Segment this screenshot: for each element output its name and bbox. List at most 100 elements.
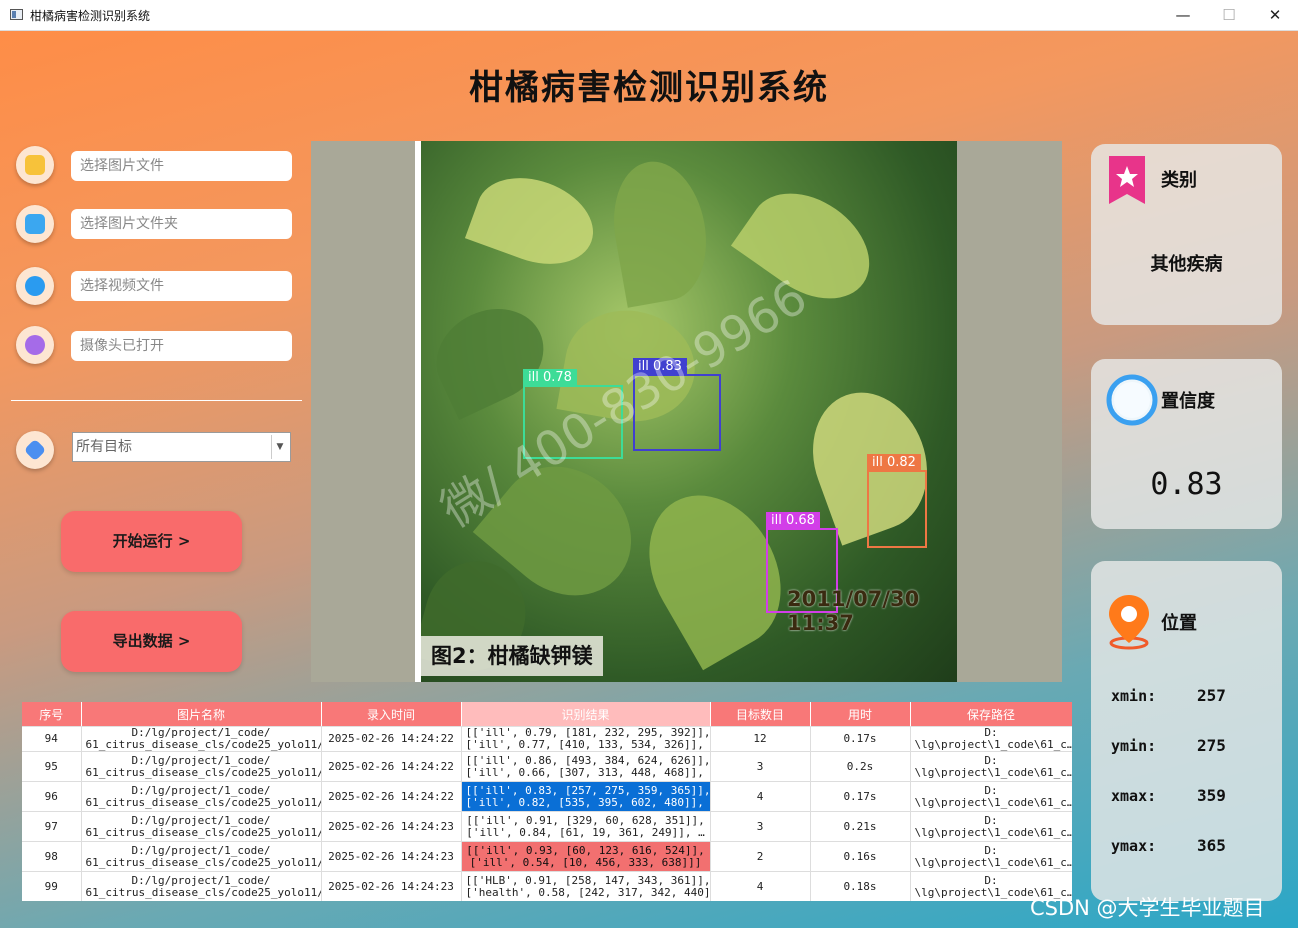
tag-icon (16, 431, 54, 469)
cell-count[interactable]: 4 (710, 781, 811, 812)
category-title: 类别 (1161, 170, 1197, 191)
detection-label: ill 0.78 (523, 369, 577, 387)
ymin-label: ymin: (1111, 737, 1157, 755)
detection-image: ill 0.78 ill 0.83 ill 0.82 ill 0.68 微/ 4… (415, 141, 957, 682)
target-select[interactable]: 所有目标 ▼ (72, 432, 291, 462)
cell-id[interactable]: 94 (22, 726, 82, 752)
table-row[interactable]: 99 D:/lg/project/1_code/ 61_citrus_diseas… (22, 871, 1072, 901)
cell-time[interactable]: 2025-02-26 14:24:22 (321, 726, 462, 752)
confidence-ring-icon (1106, 374, 1158, 426)
column-header-result[interactable]: 识别结果 (461, 702, 711, 727)
cell-image-name[interactable]: D:/lg/project/1_code/ 61_citrus_disease_… (81, 841, 322, 872)
column-header-name[interactable]: 图片名称 (81, 702, 322, 727)
image-file-icon[interactable] (16, 146, 54, 184)
ymax-label: ymax: (1111, 837, 1157, 855)
table-row[interactable]: 96 D:/lg/project/1_code/ 61_citrus_diseas… (22, 781, 1072, 812)
cell-id[interactable]: 95 (22, 751, 82, 782)
results-table[interactable]: 序号 图片名称 录入时间 识别结果 目标数目 用时 保存路径 94 D:/lg/p… (22, 702, 1072, 901)
xmin-value: 257 (1197, 686, 1226, 705)
export-button[interactable]: 导出数据 > (61, 611, 242, 672)
xmax-label: xmax: (1111, 787, 1157, 805)
minimize-button[interactable]: — (1160, 0, 1206, 30)
cell-duration[interactable]: 0.18s (810, 871, 911, 901)
table-row[interactable]: 95 D:/lg/project/1_code/ 61_citrus_diseas… (22, 751, 1072, 782)
cell-count[interactable]: 12 (710, 726, 811, 752)
cell-id[interactable]: 97 (22, 811, 82, 842)
cell-duration[interactable]: 0.2s (810, 751, 911, 782)
cell-duration[interactable]: 0.16s (810, 841, 911, 872)
detection-label: ill 0.82 (867, 454, 921, 472)
cell-time[interactable]: 2025-02-26 14:24:23 (321, 871, 462, 901)
table-row[interactable]: 94 D:/lg/project/1_code/ 61_citrus_diseas… (22, 726, 1072, 752)
detection-box: ill 0.82 (867, 454, 927, 548)
camera-icon[interactable] (16, 326, 54, 364)
cell-path[interactable]: D: \lg\project\1_code\61_c… (910, 781, 1072, 812)
cell-duration[interactable]: 0.17s (810, 781, 911, 812)
cell-result[interactable]: [['ill', 0.91, [329, 60, 628, 351]], ['i… (461, 811, 711, 842)
cell-count[interactable]: 4 (710, 871, 811, 901)
video-file-icon[interactable] (16, 267, 54, 305)
cell-result[interactable]: [['ill', 0.86, [493, 384, 624, 626]], ['… (461, 751, 711, 782)
cell-count[interactable]: 2 (710, 841, 811, 872)
ymin-row: ymin: 275 (1111, 736, 1226, 755)
cell-time[interactable]: 2025-02-26 14:24:23 (321, 841, 462, 872)
cell-id[interactable]: 99 (22, 871, 82, 901)
image-file-input[interactable]: 选择图片文件 (71, 151, 292, 181)
cell-id[interactable]: 96 (22, 781, 82, 812)
cell-result[interactable]: [['ill', 0.83, [257, 275, 359, 365]], ['… (461, 781, 711, 812)
cell-path[interactable]: D: \lg\project\1_code\61_c… (910, 726, 1072, 752)
cell-image-name[interactable]: D:/lg/project/1_code/ 61_citrus_disease_… (81, 726, 322, 752)
close-button[interactable]: ✕ (1252, 0, 1298, 30)
cell-path[interactable]: D: \lg\project\1_code\61_c… (910, 751, 1072, 782)
detection-label: ill 0.68 (766, 512, 820, 530)
xmin-row: xmin: 257 (1111, 686, 1226, 705)
cell-image-name[interactable]: D:/lg/project/1_code/ 61_citrus_disease_… (81, 811, 322, 842)
cell-image-name[interactable]: D:/lg/project/1_code/ 61_citrus_disease_… (81, 751, 322, 782)
csdn-watermark: CSDN @大学生毕业题目 (1030, 896, 1265, 920)
page-title: 柑橘病害检测识别系统 (469, 68, 829, 108)
cell-result[interactable]: [['ill', 0.79, [181, 232, 295, 392]], ['… (461, 726, 711, 752)
cell-image-name[interactable]: D:/lg/project/1_code/ 61_citrus_disease_… (81, 781, 322, 812)
column-header-path[interactable]: 保存路径 (910, 702, 1072, 727)
cell-result[interactable]: [['HLB', 0.91, [258, 147, 343, 361]], ['… (461, 871, 711, 901)
image-caption: 图2：柑橘缺钾镁 (421, 636, 603, 676)
ymax-value: 365 (1197, 836, 1226, 855)
folder-add-icon[interactable] (16, 205, 54, 243)
column-header-count[interactable]: 目标数目 (710, 702, 811, 727)
cell-path[interactable]: D: \lg\project\1_code\61_c… (910, 841, 1072, 872)
cell-result[interactable]: [['ill', 0.93, [60, 123, 616, 524]], ['i… (461, 841, 711, 872)
window-title: 柑橘病害检测识别系统 (30, 9, 151, 23)
image-border (415, 141, 421, 682)
cell-image-name[interactable]: D:/lg/project/1_code/ 61_citrus_disease_… (81, 871, 322, 901)
cell-time[interactable]: 2025-02-26 14:24:22 (321, 781, 462, 812)
ymin-value: 275 (1197, 736, 1226, 755)
cell-path[interactable]: D: \lg\project\1_code\61_c… (910, 811, 1072, 842)
start-button[interactable]: 开始运行 > (61, 511, 242, 572)
cell-duration[interactable]: 0.21s (810, 811, 911, 842)
xmax-row: xmax: 359 (1111, 786, 1226, 805)
cell-time[interactable]: 2025-02-26 14:24:23 (321, 811, 462, 842)
xmax-value: 359 (1197, 786, 1226, 805)
table-row[interactable]: 97 D:/lg/project/1_code/ 61_citrus_diseas… (22, 811, 1072, 842)
column-header-id[interactable]: 序号 (22, 702, 82, 727)
category-card: 类别 其他疾病 (1091, 144, 1282, 325)
chevron-down-icon[interactable]: ▼ (271, 435, 288, 459)
cell-duration[interactable]: 0.17s (810, 726, 911, 752)
image-folder-input[interactable]: 选择图片文件夹 (71, 209, 292, 239)
bookmark-star-icon (1109, 156, 1145, 204)
leaf-shape (464, 162, 606, 280)
column-header-duration[interactable]: 用时 (810, 702, 911, 727)
column-header-time[interactable]: 录入时间 (321, 702, 462, 727)
ymax-row: ymax: 365 (1111, 836, 1226, 855)
position-card: 位置 xmin: 257 ymin: 275 xmax: 359 ymax: 3… (1091, 561, 1282, 901)
position-title: 位置 (1161, 613, 1197, 634)
table-row[interactable]: 98 D:/lg/project/1_code/ 61_citrus_diseas… (22, 841, 1072, 872)
cell-time[interactable]: 2025-02-26 14:24:22 (321, 751, 462, 782)
cell-count[interactable]: 3 (710, 751, 811, 782)
maximize-button[interactable]: ☐ (1206, 0, 1252, 30)
video-file-input[interactable]: 选择视频文件 (71, 271, 292, 301)
cell-id[interactable]: 98 (22, 841, 82, 872)
category-value: 其他疾病 (1150, 254, 1223, 275)
cell-count[interactable]: 3 (710, 811, 811, 842)
camera-input[interactable]: 摄像头已打开 (71, 331, 292, 361)
